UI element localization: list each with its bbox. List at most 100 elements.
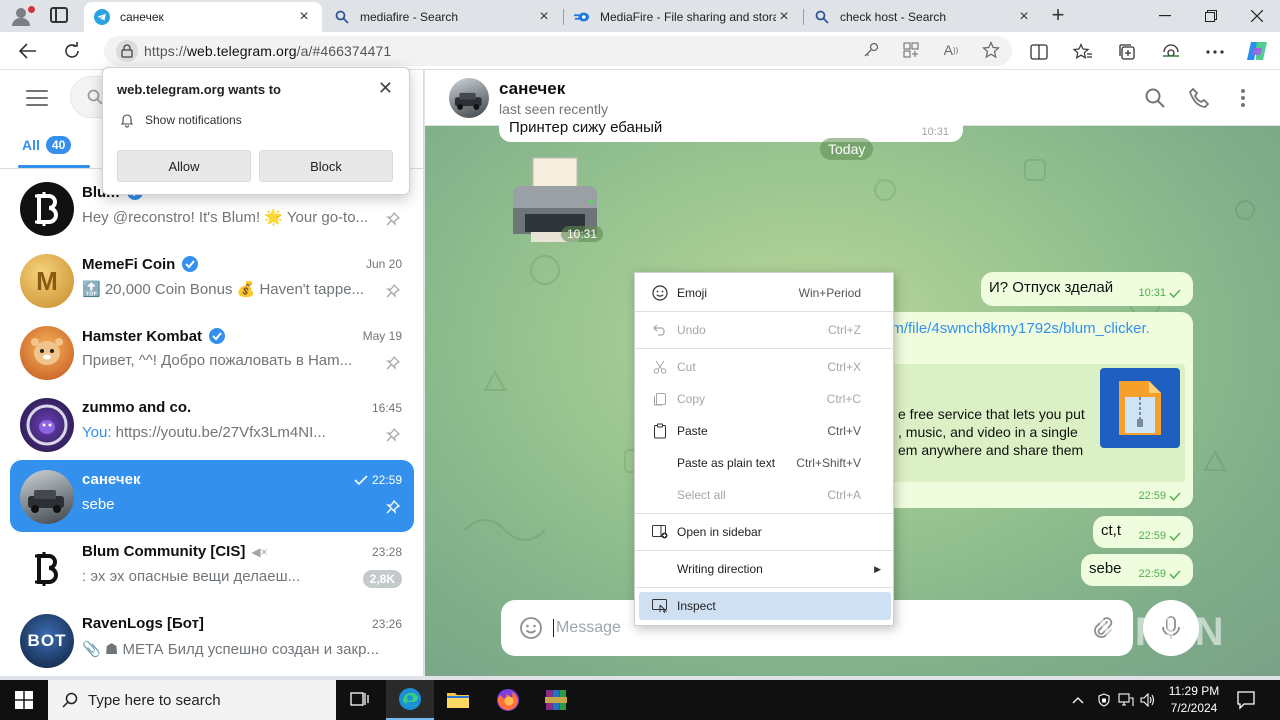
phone-call-icon[interactable]: [1187, 86, 1211, 110]
incoming-message[interactable]: Принтер сижу ебаный 10:31: [499, 118, 963, 142]
favorite-star-icon[interactable]: [982, 41, 1000, 59]
avatar[interactable]: [449, 78, 489, 118]
chat-name: санечек: [82, 471, 141, 488]
menu-item-copy[interactable]: Copy Ctrl+C: [639, 385, 891, 413]
hamburger-menu-icon[interactable]: [26, 90, 48, 106]
message-input[interactable]: Message: [553, 619, 621, 637]
split-screen-icon[interactable]: [1028, 41, 1050, 63]
taskbar-winrar[interactable]: [532, 680, 580, 720]
back-button[interactable]: [14, 37, 42, 65]
close-tab-icon[interactable]: ×: [776, 8, 792, 26]
menu-item-select-all[interactable]: Select all Ctrl+A: [639, 481, 891, 509]
link-preview-card[interactable]: e free service that lets you put , music…: [879, 364, 1185, 482]
message-text: sebe: [1089, 560, 1122, 577]
close-tab-icon[interactable]: ×: [1016, 8, 1032, 26]
taskbar-firefox[interactable]: [484, 680, 532, 720]
clock-time: 11:29 PM: [1168, 684, 1220, 698]
performance-icon[interactable]: [1160, 41, 1182, 63]
permission-request: Show notifications: [119, 112, 242, 128]
undo-icon: [651, 321, 669, 339]
permission-label: Show notifications: [145, 113, 242, 127]
network-icon[interactable]: [1118, 692, 1134, 708]
tab-title: check host - Search: [840, 10, 947, 24]
read-check-icon: [1169, 289, 1181, 298]
more-options-icon[interactable]: [1204, 41, 1226, 63]
menu-item-inspect[interactable]: Inspect: [639, 592, 891, 620]
notification-center-icon[interactable]: [1236, 690, 1256, 710]
tab-actions-icon[interactable]: [50, 7, 68, 23]
restore-button[interactable]: [1188, 0, 1234, 32]
emoji-icon[interactable]: [519, 616, 543, 640]
site-info-icon[interactable]: [116, 40, 138, 62]
peer-name: санечек: [499, 79, 566, 98]
taskbar-file-explorer[interactable]: [434, 680, 482, 720]
chat-item-blum-community[interactable]: Blum Community [CIS] ◀× 23:28 : эх эх оп…: [10, 532, 414, 604]
taskbar-edge[interactable]: [386, 680, 434, 720]
search-icon: [87, 89, 103, 105]
close-tab-icon[interactable]: ×: [536, 8, 552, 26]
menu-item-paste-plain-text[interactable]: Paste as plain text Ctrl+Shift+V: [639, 449, 891, 477]
address-bar[interactable]: https://web.telegram.org/a/#466374471 A)…: [104, 36, 1012, 66]
tab-mediafire[interactable]: MediaFire - File sharing and stora ×: [564, 2, 802, 32]
profile-icon[interactable]: [8, 4, 35, 28]
chat-item-ravenlogs[interactable]: BOT RavenLogs [Бот] 23:26 📎 ☗ МЕТА Билд …: [10, 604, 414, 676]
menu-item-undo[interactable]: Undo Ctrl+Z: [639, 316, 891, 344]
tab-title: MediaFire - File sharing and stora: [600, 10, 776, 24]
message-time: 22:59: [1138, 530, 1181, 542]
menu-label: Open in sidebar: [677, 525, 762, 539]
pin-icon: [386, 356, 400, 370]
menu-item-cut[interactable]: Cut Ctrl+X: [639, 353, 891, 381]
close-tab-icon[interactable]: ×: [296, 8, 312, 26]
new-tab-button[interactable]: +: [1046, 4, 1070, 28]
more-options-icon[interactable]: [1231, 86, 1255, 110]
read-aloud-icon[interactable]: A)): [942, 41, 960, 59]
system-clock[interactable]: 11:29 PM 7/2/2024: [1162, 683, 1226, 717]
outgoing-link-message[interactable]: om/file/4swnch8kmy1792s/blum_clicker. e …: [869, 312, 1193, 508]
url-text: https://web.telegram.org/a/#466374471: [144, 43, 392, 59]
refresh-button[interactable]: [58, 37, 86, 65]
preview-text: em anywhere and share them: [898, 442, 1084, 458]
chat-item-zummo-and-co[interactable]: zummo and co. 16:45 You: https://youtu.b…: [10, 388, 414, 460]
key-icon[interactable]: [862, 41, 880, 59]
message-text: Принтер сижу ебаный: [509, 119, 663, 136]
verified-icon: [209, 328, 226, 344]
message-link[interactable]: om/file/4swnch8kmy1792s/blum_clicker.: [883, 320, 1150, 337]
outgoing-message[interactable]: ct,t 22:59: [1093, 516, 1193, 548]
security-icon[interactable]: [1096, 692, 1112, 708]
collections-icon[interactable]: [1116, 41, 1138, 63]
favorites-icon[interactable]: [1072, 41, 1094, 63]
copilot-icon[interactable]: [1244, 39, 1270, 63]
chat-item-sanechek[interactable]: санечек 22:59 sebe: [10, 460, 414, 532]
allow-button[interactable]: Allow: [117, 150, 251, 182]
tab-telegram[interactable]: санечек ×: [84, 2, 322, 32]
menu-shortcut: Win+Period: [798, 286, 861, 300]
tab-check-host-search[interactable]: check host - Search ×: [804, 2, 1042, 32]
outgoing-message[interactable]: И? Отпуск зделай 10:31: [981, 272, 1193, 306]
menu-item-writing-direction[interactable]: Writing direction ▶: [639, 555, 891, 583]
tab-mediafire-search[interactable]: mediafire - Search ×: [324, 2, 562, 32]
menu-shortcut: Ctrl+Shift+V: [796, 456, 861, 470]
taskbar-search-box[interactable]: Type here to search: [48, 680, 336, 720]
close-window-button[interactable]: [1234, 0, 1280, 32]
outgoing-message[interactable]: sebe 22:59: [1081, 554, 1193, 586]
task-view-button[interactable]: [336, 680, 384, 720]
printer-sticker[interactable]: 10:31: [505, 156, 609, 260]
tab-all-chats[interactable]: All 40: [22, 136, 72, 154]
show-hidden-icons[interactable]: [1070, 692, 1086, 708]
chat-item-hamster-kombat[interactable]: Hamster Kombat May 19 Привет, ^^! Добро …: [10, 316, 414, 388]
search-icon[interactable]: [1143, 86, 1167, 110]
muted-icon: ◀×: [251, 544, 268, 559]
chat-item-memefi-coin[interactable]: M MemeFi Coin Jun 20 🔝 20,000 Coin Bonus…: [10, 244, 414, 316]
menu-label: Undo: [677, 323, 706, 337]
menu-item-open-in-sidebar[interactable]: Open in sidebar: [639, 518, 891, 546]
sidebar-icon: [651, 523, 669, 541]
apps-icon[interactable]: [902, 41, 920, 59]
close-icon[interactable]: ✕: [378, 78, 393, 99]
menu-item-emoji[interactable]: Emoji Win+Period: [639, 279, 891, 307]
menu-item-paste[interactable]: Paste Ctrl+V: [639, 417, 891, 445]
chat-time: 22:59: [354, 473, 402, 487]
minimize-button[interactable]: [1142, 0, 1188, 32]
volume-icon[interactable]: [1140, 692, 1156, 708]
block-button[interactable]: Block: [259, 150, 393, 182]
start-button[interactable]: [0, 680, 48, 720]
